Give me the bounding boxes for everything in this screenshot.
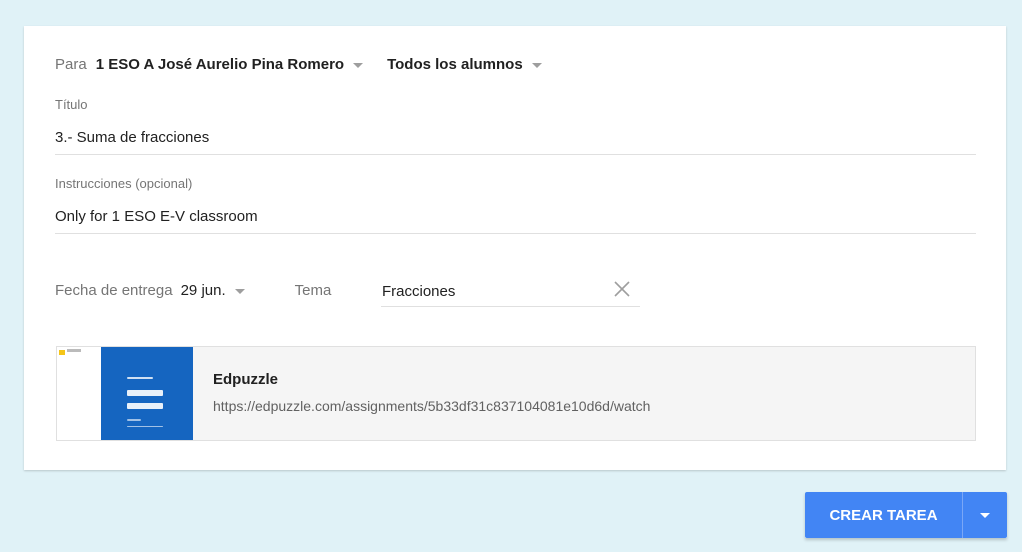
tema-field[interactable]: Fracciones [381,276,640,307]
titulo-underline [55,154,976,155]
create-assignment-button[interactable]: CREAR TAREA [805,492,962,538]
attachment-title[interactable]: Edpuzzle [213,371,650,388]
tema-input[interactable]: Fracciones [382,283,455,300]
attachment-thumbnail [57,347,193,440]
chevron-down-icon [353,63,364,68]
instrucciones-underline [55,233,976,234]
tema-label: Tema [294,282,332,299]
fecha-dropdown[interactable]: 29 jun. [181,282,245,299]
fecha-label: Fecha de entrega [55,282,173,299]
instrucciones-input[interactable]: Only for 1 ESO E-V classroom [55,208,258,225]
students-dropdown[interactable]: Todos los alumnos [387,56,542,73]
titulo-label: Título [55,97,88,112]
create-button-group: CREAR TAREA [805,492,1007,538]
chevron-down-icon [234,289,245,294]
chevron-down-icon [980,512,990,518]
assignment-card: Para 1 ESO A José Aurelio Pina Romero To… [24,26,1006,470]
titulo-input[interactable]: 3.- Suma de fracciones [55,129,209,146]
due-date-row: Fecha de entrega 29 jun. Tema [55,282,331,299]
fecha-value: 29 jun. [180,282,226,299]
thumbnail-screen [101,347,193,440]
class-name: 1 ESO A José Aurelio Pina Romero [95,56,345,73]
para-label: Para [55,56,87,73]
attachment-info: Edpuzzle https://edpuzzle.com/assignment… [213,371,650,414]
close-icon[interactable] [612,279,632,299]
edpuzzle-logo-icon [59,350,65,355]
instrucciones-label: Instrucciones (opcional) [55,176,193,191]
class-dropdown[interactable]: 1 ESO A José Aurelio Pina Romero [95,56,364,73]
chevron-down-icon [531,63,542,68]
attachment-url[interactable]: https://edpuzzle.com/assignments/5b33df3… [213,398,650,414]
assign-row: Para 1 ESO A José Aurelio Pina Romero To… [55,56,542,73]
students-value: Todos los alumnos [387,56,523,73]
attachment-card[interactable]: Edpuzzle https://edpuzzle.com/assignment… [56,346,976,441]
create-options-dropdown-button[interactable] [963,492,1007,538]
